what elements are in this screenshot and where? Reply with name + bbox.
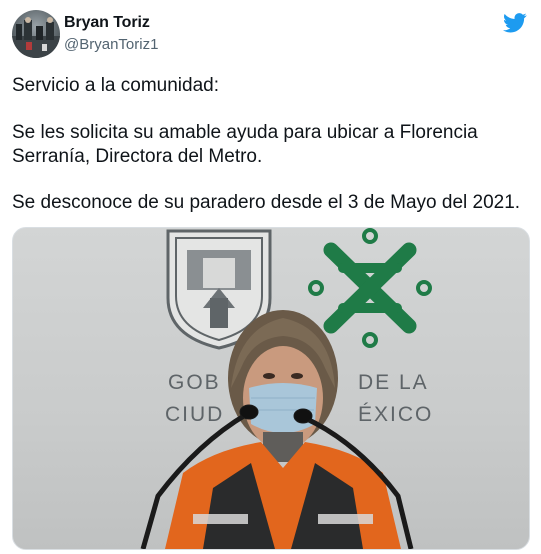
backdrop-text-right-bottom: ÉXICO [358,403,434,426]
twitter-bird-icon[interactable] [503,12,527,34]
backdrop-text-left-bottom: CIUD [165,403,225,426]
tweet-card: Bryan Toriz @BryanToriz1 Servicio a la c… [0,0,541,554]
tweet-photo[interactable]: GOB CIUD DE LA ÉXICO [12,227,530,550]
avatar-image [12,17,60,58]
avatar[interactable] [12,10,60,58]
tweet-text-line-3: Serranía, Directora del Metro. [12,146,263,167]
backdrop-text-left-top: GOB [168,371,221,394]
author-name[interactable]: Bryan Toriz [64,14,150,32]
tweet-text-line-4: Se desconoce de su paradero desde el 3 d… [12,192,521,213]
backdrop-text-right-top: DE LA [358,371,429,394]
tweet-text-line-2: Se les solicita su amable ayuda para ubi… [12,122,478,143]
tweet-text-line-1: Servicio a la comunidad: [12,75,219,96]
author-handle[interactable]: @BryanToriz1 [64,36,158,53]
photo-scene [140,228,432,549]
cdmx-logo [308,228,432,348]
